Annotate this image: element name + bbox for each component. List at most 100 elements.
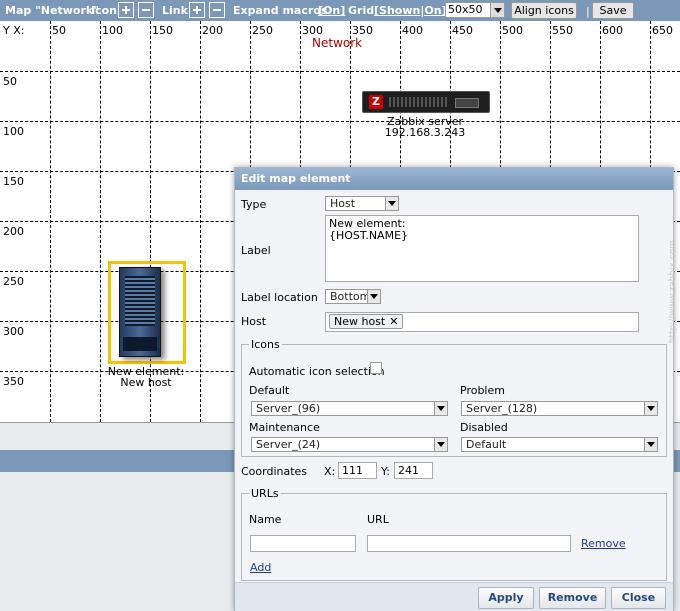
add-link-button[interactable] bbox=[189, 2, 205, 18]
element-ip: 192.168.3.243 bbox=[384, 126, 466, 139]
chevron-down-icon bbox=[385, 197, 398, 210]
disabled-icon-value: Default bbox=[466, 438, 507, 451]
auto-icon-label: Automatic icon selection bbox=[249, 365, 385, 378]
y-tick: 350 bbox=[3, 375, 24, 388]
x-coordinate-input[interactable]: 111 bbox=[338, 462, 377, 479]
expand-macros-label: Expand macros bbox=[233, 4, 328, 17]
map-title: Map "Network" bbox=[5, 4, 99, 17]
chevron-down-icon bbox=[434, 402, 447, 415]
x-tick: 150 bbox=[152, 24, 173, 37]
y-tick: 250 bbox=[3, 275, 24, 288]
vents-decoration bbox=[389, 97, 449, 107]
url-add-link[interactable]: Add bbox=[250, 561, 271, 574]
default-icon-label: Default bbox=[249, 384, 290, 397]
x-tick: 100 bbox=[102, 24, 123, 37]
label-location-select[interactable]: Bottom bbox=[325, 289, 381, 304]
problem-icon-label: Problem bbox=[460, 384, 505, 397]
x-tick: 50 bbox=[52, 24, 66, 37]
grid-line bbox=[0, 71, 680, 72]
y-tick: 200 bbox=[3, 225, 24, 238]
x-tick: 500 bbox=[502, 24, 523, 37]
align-icons-button[interactable]: Align icons bbox=[511, 2, 577, 19]
base-decoration bbox=[123, 337, 157, 351]
url-input[interactable] bbox=[367, 535, 571, 552]
icon-label: Icon bbox=[91, 4, 118, 17]
close-button[interactable]: Close bbox=[611, 587, 666, 609]
x-tick: 400 bbox=[402, 24, 423, 37]
y-tick: 100 bbox=[3, 125, 24, 138]
map-toolbar: Map "Network" Icon Link Expand macros [O… bbox=[0, 0, 680, 21]
url-name-header: Name bbox=[249, 513, 282, 526]
chevron-down-icon bbox=[434, 438, 447, 451]
grid-size-value: 50x50 bbox=[448, 3, 483, 16]
type-select[interactable]: Host bbox=[325, 196, 399, 211]
problem-icon-select[interactable]: Server_(128) bbox=[461, 401, 658, 416]
chevron-down-icon bbox=[644, 438, 657, 451]
rack-server-icon[interactable]: Z bbox=[362, 91, 490, 113]
drive-bay-decoration bbox=[455, 98, 479, 108]
grill-decoration bbox=[125, 276, 155, 326]
default-icon-value: Server_(96) bbox=[256, 402, 321, 415]
disabled-icon-select[interactable]: Default bbox=[461, 437, 658, 452]
remove-icon-button[interactable] bbox=[138, 2, 154, 18]
edit-map-element-dialog: Edit map element Type Host Label New ele… bbox=[234, 167, 674, 611]
chevron-down-icon bbox=[490, 3, 504, 17]
disabled-icon-label: Disabled bbox=[460, 421, 508, 434]
expand-macros-toggle[interactable]: [On] bbox=[318, 4, 345, 17]
coordinates-label: Coordinates bbox=[241, 465, 308, 478]
maintenance-icon-select[interactable]: Server_(24) bbox=[251, 437, 448, 452]
add-icon-button[interactable] bbox=[118, 2, 134, 18]
axis-label: Y X: bbox=[3, 24, 25, 37]
host-chip-label: New host bbox=[334, 315, 386, 328]
auto-icon-checkbox[interactable] bbox=[370, 362, 382, 374]
save-button[interactable]: Save bbox=[592, 2, 634, 19]
x-tick: 600 bbox=[602, 24, 623, 37]
dialog-footer: Apply Remove Close bbox=[235, 582, 673, 611]
chevron-down-icon bbox=[644, 402, 657, 415]
tower-server-icon[interactable] bbox=[119, 267, 161, 357]
link-label: Link bbox=[162, 4, 188, 17]
label-location-value: Bottom bbox=[330, 290, 371, 303]
toolbar-separator: | bbox=[586, 5, 590, 18]
host-label: Host bbox=[241, 315, 267, 328]
url-header: URL bbox=[367, 513, 389, 526]
chevron-down-icon bbox=[367, 290, 380, 303]
url-remove-link[interactable]: Remove bbox=[581, 537, 626, 550]
label-location-label: Label location bbox=[241, 291, 318, 304]
x-tick: 250 bbox=[252, 24, 273, 37]
problem-icon-value: Server_(128) bbox=[466, 402, 538, 415]
watermark: http://www.zabbix.com bbox=[668, 240, 678, 344]
y-tick: 300 bbox=[3, 325, 24, 338]
y-coordinate-label: Y: bbox=[381, 465, 390, 478]
type-label: Type bbox=[241, 198, 267, 211]
element-label-line2: New host bbox=[120, 376, 172, 389]
apply-button[interactable]: Apply bbox=[478, 587, 534, 609]
default-icon-select[interactable]: Server_(96) bbox=[251, 401, 448, 416]
label-label: Label bbox=[241, 244, 271, 257]
y-coordinate-input[interactable]: 241 bbox=[394, 462, 433, 479]
close-icon[interactable]: ✕ bbox=[389, 315, 398, 328]
type-value: Host bbox=[330, 197, 356, 210]
host-chip[interactable]: New host ✕ bbox=[329, 314, 404, 329]
maintenance-icon-label: Maintenance bbox=[249, 421, 320, 434]
dialog-title[interactable]: Edit map element bbox=[235, 168, 673, 190]
url-name-input[interactable] bbox=[250, 535, 356, 552]
icons-legend: Icons bbox=[249, 338, 282, 351]
grid-size-select[interactable]: 50x50 bbox=[445, 2, 505, 18]
y-tick: 150 bbox=[3, 175, 24, 188]
x-tick: 450 bbox=[452, 24, 473, 37]
x-coordinate-label: X: bbox=[324, 465, 336, 478]
x-tick: 200 bbox=[202, 24, 223, 37]
grid-label: Grid bbox=[348, 4, 375, 17]
x-tick: 550 bbox=[552, 24, 573, 37]
map-element-label: Zabbix server 192.168.3.243 bbox=[370, 116, 480, 138]
zabbix-logo-icon: Z bbox=[369, 95, 383, 109]
y-tick: 50 bbox=[3, 75, 17, 88]
remove-link-button[interactable] bbox=[209, 2, 225, 18]
remove-button[interactable]: Remove bbox=[539, 587, 606, 609]
urls-legend: URLs bbox=[249, 487, 281, 500]
maintenance-icon-value: Server_(24) bbox=[256, 438, 321, 451]
label-textarea[interactable]: New element: {HOST.NAME} bbox=[325, 215, 639, 282]
x-tick: 650 bbox=[652, 24, 673, 37]
grid-toggle[interactable]: [Shown|On] bbox=[374, 4, 447, 17]
